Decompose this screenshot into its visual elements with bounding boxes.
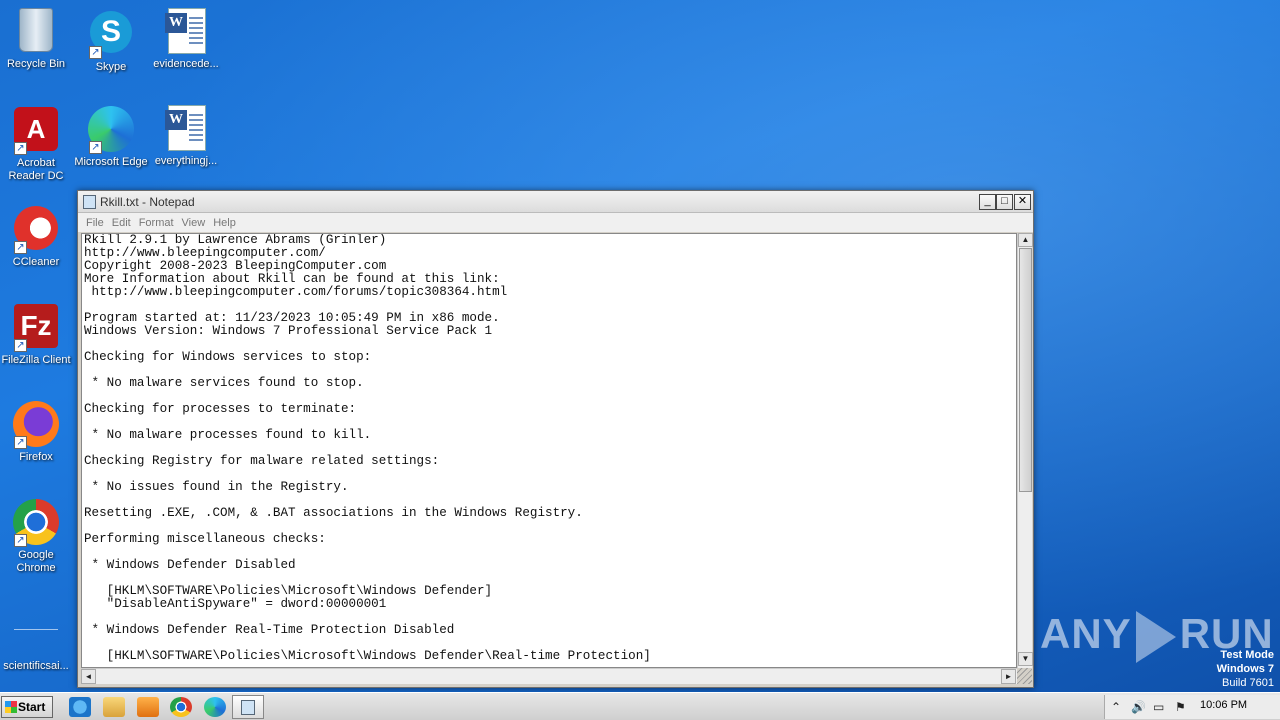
window-title: Rkill.txt - Notepad [100, 195, 195, 209]
horizontal-scrollbar[interactable]: ◄ ► [81, 668, 1017, 684]
volume-icon[interactable]: 🔊 [1131, 700, 1146, 714]
document-text[interactable]: Rkill 2.9.1 by Lawrence Abrams (Grinler)… [82, 234, 1016, 663]
desktop-icon-firefox[interactable]: ↗ Firefox [0, 400, 74, 464]
test-mode-notice: Test Mode Windows 7 Build 7601 [1217, 648, 1274, 690]
desktop-icon-label: Acrobat Reader DC [8, 157, 64, 182]
desktop-icon-label: Google Chrome [16, 549, 56, 574]
desktop-icon-chrome[interactable]: ↗ Google Chrome [0, 498, 74, 575]
minimize-button[interactable]: _ [979, 194, 996, 210]
scroll-down-arrow-icon[interactable]: ▼ [1018, 652, 1033, 666]
desktop-icon-edge[interactable]: ↗ Microsoft Edge [73, 105, 149, 169]
shortcut-arrow-icon: ↗ [14, 436, 27, 449]
recycle-bin-icon [19, 8, 53, 52]
menu-bar: File Edit Format View Help [78, 213, 1033, 232]
scroll-right-arrow-icon[interactable]: ► [1001, 669, 1016, 684]
title-bar[interactable]: Rkill.txt - Notepad _ □ ✕ [78, 191, 1033, 213]
desktop-icon-label: Firefox [19, 451, 53, 463]
close-button[interactable]: ✕ [1014, 194, 1031, 210]
desktop-icon-recycle-bin[interactable]: Recycle Bin [0, 8, 74, 71]
notepad-icon [83, 195, 96, 209]
scroll-up-arrow-icon[interactable]: ▲ [1018, 233, 1033, 247]
system-tray: ⌃ 🔊 ▭ ⚑ [1104, 695, 1280, 719]
text-editor[interactable]: Rkill 2.9.1 by Lawrence Abrams (Grinler)… [81, 233, 1017, 668]
word-document-icon: W [165, 105, 206, 151]
start-button[interactable]: Start [1, 696, 53, 718]
action-center-flag-icon[interactable]: ⚑ [1175, 700, 1186, 714]
shortcut-arrow-icon: ↗ [14, 142, 27, 155]
file-icon [14, 610, 58, 630]
notepad-window[interactable]: Rkill.txt - Notepad _ □ ✕ File Edit Format… [77, 190, 1034, 688]
test-mode-line1: Test Mode [1220, 649, 1274, 661]
desktop-icon-label: FileZilla Client [1, 354, 71, 366]
shortcut-arrow-icon: ↗ [89, 46, 102, 59]
show-hidden-icons-icon[interactable]: ⌃ [1111, 700, 1121, 714]
scroll-left-arrow-icon[interactable]: ◄ [81, 669, 96, 684]
notepad-icon [241, 700, 255, 715]
desktop-icon-label: Skype [95, 61, 127, 73]
explorer-icon[interactable] [103, 697, 125, 717]
desktop-icon-evidence-doc[interactable]: W evidencede... [148, 8, 224, 71]
word-document-icon: W [165, 8, 206, 54]
start-label: Start [18, 700, 46, 714]
desktop-icon-filezilla[interactable]: Fz ↗ FileZilla Client [0, 302, 74, 367]
play-logo-icon [1135, 610, 1176, 663]
windows-logo-icon [5, 701, 17, 713]
resize-grip-icon[interactable] [1017, 668, 1032, 684]
desktop-icon-label: Microsoft Edge [74, 156, 148, 168]
menu-file[interactable]: File [82, 214, 108, 229]
scroll-thumb[interactable] [1019, 248, 1032, 492]
media-player-icon[interactable] [137, 697, 159, 717]
chrome-icon[interactable] [170, 697, 192, 717]
desktop-icon-skype[interactable]: S ↗ Skype [73, 8, 149, 74]
menu-view[interactable]: View [178, 214, 210, 229]
shortcut-arrow-icon: ↗ [14, 241, 27, 254]
taskbar: Start ⌃ 🔊 ▭ ⚑ 10:06 PM [0, 692, 1280, 720]
shortcut-arrow-icon: ↗ [89, 141, 102, 154]
taskbar-notepad-button[interactable] [232, 695, 264, 719]
clock[interactable]: 10:06 PM [1200, 699, 1247, 711]
test-mode-line3: Build 7601 [1222, 677, 1274, 689]
shortcut-arrow-icon: ↗ [14, 534, 27, 547]
desktop-icon-ccleaner[interactable]: ↗ CCleaner [0, 204, 74, 269]
desktop-icon-label: Recycle Bin [6, 58, 66, 70]
vertical-scrollbar[interactable]: ▲ ▼ [1017, 233, 1033, 668]
desktop-icon-label: CCleaner [12, 256, 60, 268]
internet-explorer-icon[interactable] [69, 697, 91, 717]
network-icon[interactable]: ▭ [1153, 700, 1164, 714]
menu-help[interactable]: Help [209, 214, 240, 229]
desktop-icon-acrobat[interactable]: A ↗ Acrobat Reader DC [0, 105, 74, 183]
menu-edit[interactable]: Edit [108, 214, 135, 229]
test-mode-line2: Windows 7 [1216, 663, 1274, 675]
menu-format[interactable]: Format [135, 214, 178, 229]
desktop-icon-label: evidencede... [153, 58, 219, 70]
desktop-icon-label: scientificsai... [3, 660, 69, 672]
watermark-text-left: ANY [1040, 610, 1132, 657]
desktop-icon-scientific-file[interactable]: scientificsai... [0, 596, 74, 673]
desktop-icon-everything-doc[interactable]: W everythingj... [148, 105, 224, 168]
edge-icon[interactable] [204, 697, 226, 717]
shortcut-arrow-icon: ↗ [14, 339, 27, 352]
desktop-icon-label: everythingj... [154, 155, 218, 167]
maximize-button[interactable]: □ [996, 194, 1013, 210]
